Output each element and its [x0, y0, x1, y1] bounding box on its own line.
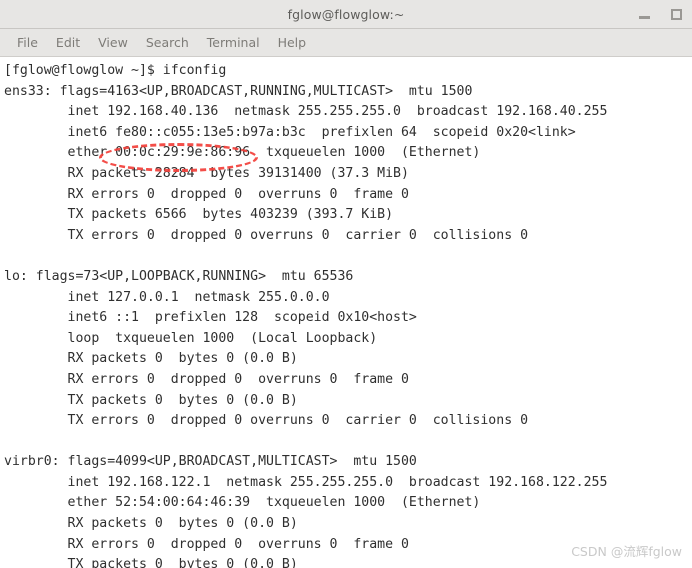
menu-item-help[interactable]: Help: [269, 33, 316, 52]
terminal-line: virbr0: flags=4099<UP,BROADCAST,MULTICAS…: [4, 454, 417, 470]
terminal-line: ether 52:54:00:64:46:39 txqueuelen 1000 …: [4, 495, 481, 511]
menu-item-file[interactable]: File: [8, 33, 47, 52]
minimize-icon: [638, 16, 650, 19]
minimize-button[interactable]: [634, 4, 654, 24]
window-controls: [634, 0, 686, 28]
terminal-line: inet 127.0.0.1 netmask 255.0.0.0: [4, 289, 330, 305]
terminal-line: ens33: flags=4163<UP,BROADCAST,RUNNING,M…: [4, 83, 473, 99]
terminal-line: loop txqueuelen 1000 (Local Loopback): [4, 330, 378, 346]
watermark-text: CSDN @流辉fglow: [571, 544, 682, 559]
terminal-line: RX errors 0 dropped 0 overruns 0 frame 0: [4, 186, 409, 202]
terminal-line: TX errors 0 dropped 0 overruns 0 carrier…: [4, 227, 529, 243]
terminal-line: inet 192.168.122.1 netmask 255.255.255.0…: [4, 474, 608, 490]
terminal-window: fglow@flowglow:~ File Edit View Search T…: [0, 0, 692, 568]
terminal-output-area[interactable]: [fglow@flowglow ~]$ ifconfig ens33: flag…: [0, 57, 692, 568]
window-title: fglow@flowglow:~: [287, 6, 405, 22]
terminal-line: inet6 ::1 prefixlen 128 scopeid 0x10<hos…: [4, 310, 417, 326]
terminal-line: RX packets 0 bytes 0 (0.0 B): [4, 516, 298, 532]
menu-item-edit[interactable]: Edit: [47, 33, 89, 52]
menu-item-view[interactable]: View: [89, 33, 137, 52]
terminal-line: RX errors 0 dropped 0 overruns 0 frame 0: [4, 371, 409, 387]
terminal-line: TX errors 0 dropped 0 overruns 0 carrier…: [4, 413, 529, 429]
terminal-line: lo: flags=73<UP,LOOPBACK,RUNNING> mtu 65…: [4, 268, 354, 284]
terminal-line: RX packets 28284 bytes 39131400 (37.3 Mi…: [4, 165, 409, 181]
maximize-button[interactable]: [666, 4, 686, 24]
terminal-line: inet 192.168.40.136 netmask 255.255.255.…: [4, 104, 608, 120]
terminal-line: RX packets 0 bytes 0 (0.0 B): [4, 351, 298, 367]
window-titlebar[interactable]: fglow@flowglow:~: [0, 0, 692, 29]
terminal-line: ether 00:0c:29:9e:86:96 txqueuelen 1000 …: [4, 145, 481, 161]
maximize-icon: [670, 8, 682, 20]
terminal-line: TX packets 6566 bytes 403239 (393.7 KiB): [4, 207, 394, 223]
terminal-line: [fglow@flowglow ~]$ ifconfig: [4, 63, 227, 78]
terminal-line: TX packets 0 bytes 0 (0.0 B): [4, 392, 298, 408]
menu-item-search[interactable]: Search: [137, 33, 198, 52]
terminal-line: inet6 fe80::c055:13e5:b97a:b3c prefixlen…: [4, 124, 576, 140]
menu-item-terminal[interactable]: Terminal: [198, 33, 269, 52]
menubar: File Edit View Search Terminal Help: [0, 29, 692, 57]
